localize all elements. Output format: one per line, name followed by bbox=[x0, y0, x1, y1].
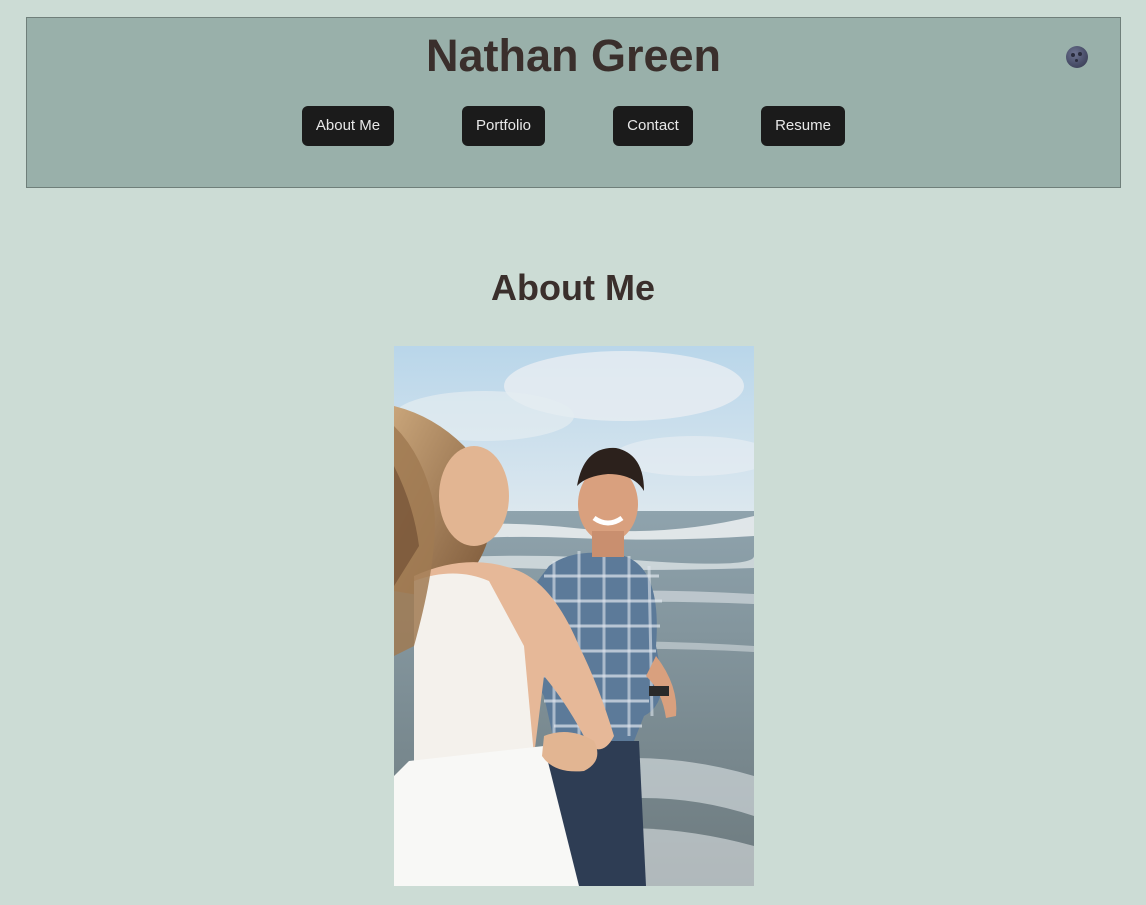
section-title: About Me bbox=[491, 267, 655, 308]
nav-resume-button[interactable]: Resume bbox=[761, 106, 845, 146]
moon-icon[interactable] bbox=[1066, 46, 1088, 68]
nav-about-me-button[interactable]: About Me bbox=[302, 106, 394, 146]
nav-portfolio-button[interactable]: Portfolio bbox=[462, 106, 545, 146]
photo-couple-on-beach-icon bbox=[394, 346, 754, 886]
about-photo bbox=[394, 346, 754, 886]
site-header: Nathan Green About Me Portfolio Contact … bbox=[26, 17, 1121, 188]
site-title: Nathan Green bbox=[425, 30, 722, 81]
nav-contact-button[interactable]: Contact bbox=[613, 106, 693, 146]
